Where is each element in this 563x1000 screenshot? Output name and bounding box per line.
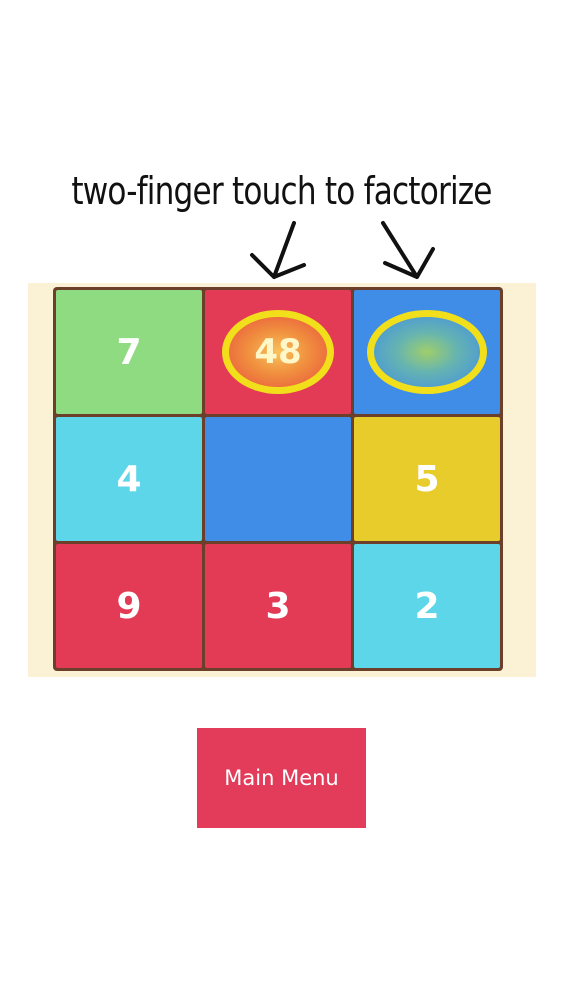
down-arrow-icon bbox=[250, 221, 306, 279]
tile-r1-c1[interactable]: 7 bbox=[56, 290, 202, 414]
tile-r1-c2[interactable]: 48 bbox=[205, 290, 351, 414]
touch-marker-ring bbox=[367, 310, 487, 394]
tile-r1-c3[interactable] bbox=[354, 290, 500, 414]
tile-value: 48 bbox=[254, 332, 302, 372]
tile-r3-c1[interactable]: 9 bbox=[56, 544, 202, 668]
down-arrow-icon bbox=[381, 221, 435, 279]
tile-r2-c2[interactable] bbox=[205, 417, 351, 541]
tile-value: 4 bbox=[116, 458, 142, 500]
tile-r3-c2[interactable]: 3 bbox=[205, 544, 351, 668]
instruction-text: two-finger touch to factorize bbox=[71, 169, 492, 213]
main-menu-button[interactable]: Main Menu bbox=[197, 728, 366, 828]
tile-r2-c1[interactable]: 4 bbox=[56, 417, 202, 541]
number-grid: 7 48 4 5 9 3 2 bbox=[53, 287, 503, 671]
tile-value: 2 bbox=[414, 585, 440, 627]
game-screen: two-finger touch to factorize 7 48 4 5 9… bbox=[0, 0, 563, 1000]
tile-r2-c3[interactable]: 5 bbox=[354, 417, 500, 541]
tile-value: 7 bbox=[116, 331, 142, 373]
tile-value: 3 bbox=[265, 585, 291, 627]
tile-value: 9 bbox=[116, 585, 142, 627]
instruction-overlay: two-finger touch to factorize bbox=[0, 155, 563, 285]
tile-value: 5 bbox=[414, 458, 440, 500]
tile-r3-c3[interactable]: 2 bbox=[354, 544, 500, 668]
board-area: 7 48 4 5 9 3 2 bbox=[28, 283, 536, 677]
